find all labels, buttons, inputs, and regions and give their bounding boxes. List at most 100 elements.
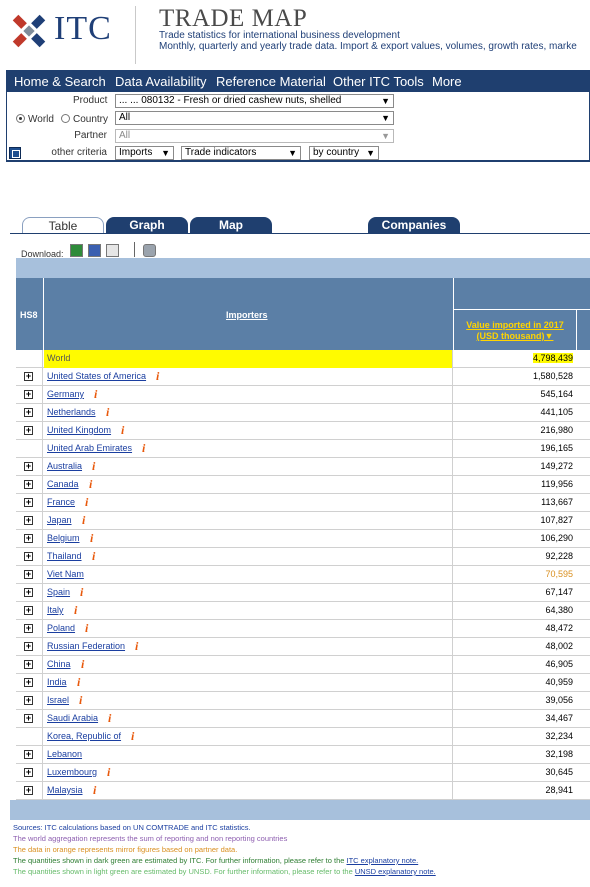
country-link[interactable]: Belgium	[47, 533, 80, 543]
country-radio[interactable]	[61, 114, 70, 123]
trade-flow-select[interactable]: Imports ▼	[115, 146, 174, 160]
country-link[interactable]: Saudi Arabia	[47, 713, 98, 723]
print-icon[interactable]	[143, 244, 156, 257]
excel-icon[interactable]	[70, 244, 83, 257]
expand-icon[interactable]: +	[24, 588, 33, 597]
info-icon[interactable]: i	[107, 765, 110, 780]
expand-icon[interactable]: +	[24, 498, 33, 507]
expand-icon[interactable]: +	[24, 714, 33, 723]
info-icon[interactable]: i	[92, 549, 95, 564]
grouping-select[interactable]: by country ▼	[309, 146, 379, 160]
country-link[interactable]: Viet Nam	[47, 569, 84, 579]
country-link[interactable]: China	[47, 659, 71, 669]
indicator-select[interactable]: Trade indicators ▼	[181, 146, 301, 160]
expand-icon[interactable]: +	[24, 768, 33, 777]
tab-companies[interactable]: Companies	[368, 217, 460, 234]
word-icon[interactable]	[88, 244, 101, 257]
import-value: 70,595	[545, 569, 573, 579]
expand-icon[interactable]: +	[24, 372, 33, 381]
unsd-explanatory-note-link[interactable]: UNSD explanatory note.	[355, 867, 436, 876]
expand-icon[interactable]: +	[24, 786, 33, 795]
country-link[interactable]: Malaysia	[47, 785, 83, 795]
home-icon[interactable]	[9, 147, 21, 159]
expand-icon[interactable]: +	[24, 462, 33, 471]
country-link[interactable]: Israel	[47, 695, 69, 705]
country-link[interactable]: France	[47, 497, 75, 507]
country-link[interactable]: Japan	[47, 515, 72, 525]
info-icon[interactable]: i	[85, 495, 88, 510]
expand-icon[interactable]: +	[24, 642, 33, 651]
info-icon[interactable]: i	[90, 531, 93, 546]
info-icon[interactable]: i	[79, 693, 82, 708]
tab-graph[interactable]: Graph	[106, 217, 188, 234]
country-link[interactable]: United States of America	[47, 371, 146, 381]
nav-more[interactable]: More	[432, 74, 462, 89]
country-link[interactable]: Korea, Republic of	[47, 731, 121, 741]
expand-icon[interactable]: +	[24, 696, 33, 705]
country-label: Country	[73, 114, 109, 125]
info-icon[interactable]: i	[80, 585, 83, 600]
info-icon[interactable]: i	[94, 387, 97, 402]
expand-icon[interactable]: +	[24, 534, 33, 543]
expand-icon[interactable]: +	[24, 408, 33, 417]
itc-explanatory-note-link[interactable]: ITC explanatory note.	[347, 856, 419, 865]
text-file-icon[interactable]	[106, 244, 119, 257]
info-icon[interactable]: i	[121, 423, 124, 438]
country-link[interactable]: Luxembourg	[47, 767, 97, 777]
info-icon[interactable]: i	[142, 441, 145, 456]
world-radio[interactable]	[16, 114, 25, 123]
info-icon[interactable]: i	[82, 513, 85, 528]
info-icon[interactable]: i	[81, 657, 84, 672]
tab-map[interactable]: Map	[190, 217, 272, 234]
tab-table[interactable]: Table	[22, 217, 104, 234]
expand-icon[interactable]: +	[24, 660, 33, 669]
info-icon[interactable]: i	[156, 369, 159, 384]
country-link[interactable]: Australia	[47, 461, 82, 471]
expand-icon[interactable]: +	[24, 480, 33, 489]
country-link[interactable]: Poland	[47, 623, 75, 633]
country-link[interactable]: Spain	[47, 587, 70, 597]
page-title: TRADE MAP	[159, 5, 308, 32]
hs8-header[interactable]: HS8	[20, 310, 38, 320]
expand-icon[interactable]: +	[24, 678, 33, 687]
country-link[interactable]: Thailand	[47, 551, 82, 561]
value-imported-header[interactable]: Value imported in 2017 (USD thousand)▼	[456, 320, 574, 342]
expand-icon[interactable]: +	[24, 606, 33, 615]
expand-cell	[16, 440, 43, 458]
country-link[interactable]: Canada	[47, 479, 79, 489]
info-icon[interactable]: i	[135, 639, 138, 654]
nav-home-search[interactable]: Home & Search	[14, 74, 106, 89]
info-icon[interactable]: i	[92, 459, 95, 474]
partner-select[interactable]: All ▼	[115, 129, 394, 143]
expand-icon[interactable]: +	[24, 570, 33, 579]
expand-icon[interactable]: +	[24, 624, 33, 633]
info-icon[interactable]: i	[93, 783, 96, 798]
country-link[interactable]: United Kingdom	[47, 425, 111, 435]
info-icon[interactable]: i	[131, 729, 134, 744]
info-icon[interactable]: i	[74, 603, 77, 618]
product-select[interactable]: ... ... 080132 - Fresh or dried cashew n…	[115, 94, 394, 108]
expand-icon[interactable]: +	[24, 390, 33, 399]
country-select[interactable]: All ▼	[115, 111, 394, 125]
country-link[interactable]: Netherlands	[47, 407, 96, 417]
expand-icon[interactable]: +	[24, 516, 33, 525]
country-link[interactable]: India	[47, 677, 67, 687]
country-link[interactable]: Lebanon	[47, 749, 82, 759]
info-icon[interactable]: i	[85, 621, 88, 636]
country-link[interactable]: Russian Federation	[47, 641, 125, 651]
nav-reference-material[interactable]: Reference Material	[216, 74, 326, 89]
table-row: United Arab Emirates i 196,165	[16, 440, 590, 458]
info-icon[interactable]: i	[106, 405, 109, 420]
country-link[interactable]: Germany	[47, 389, 84, 399]
info-icon[interactable]: i	[108, 711, 111, 726]
info-icon[interactable]: i	[89, 477, 92, 492]
nav-other-itc-tools[interactable]: Other ITC Tools	[333, 74, 424, 89]
importers-header[interactable]: Importers	[226, 310, 268, 320]
country-link[interactable]: United Arab Emirates	[47, 443, 132, 453]
info-icon[interactable]: i	[77, 675, 80, 690]
expand-icon[interactable]: +	[24, 750, 33, 759]
country-link[interactable]: Italy	[47, 605, 64, 615]
nav-data-availability[interactable]: Data Availability	[115, 74, 207, 89]
expand-icon[interactable]: +	[24, 552, 33, 561]
expand-icon[interactable]: +	[24, 426, 33, 435]
